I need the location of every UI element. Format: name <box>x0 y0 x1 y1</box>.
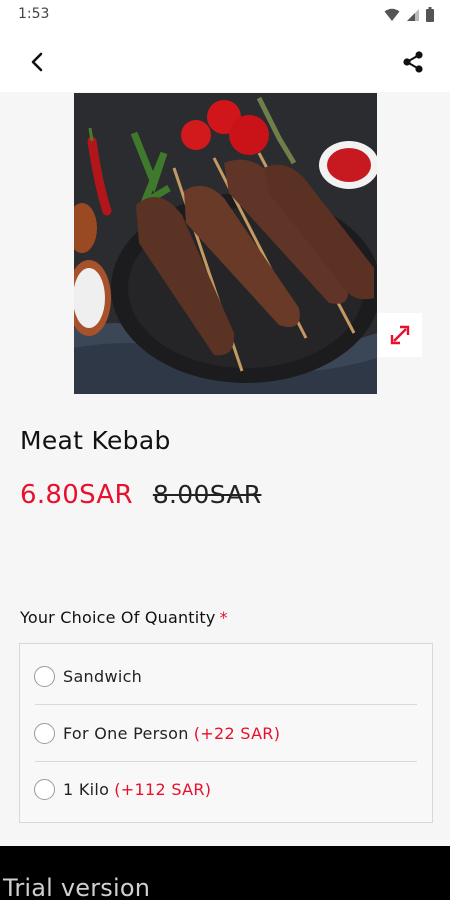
quantity-section-label: Your Choice Of Quantity * <box>20 608 228 627</box>
option-extra-price: (+112 SAR) <box>114 779 212 799</box>
battery-icon <box>426 7 434 22</box>
status-bar: 1:53 <box>0 0 450 30</box>
signal-icon <box>407 8 419 21</box>
current-price: 6.80SAR <box>20 480 133 510</box>
share-icon <box>403 51 423 73</box>
original-price: 8.00SAR <box>152 480 262 509</box>
back-button[interactable] <box>20 45 54 79</box>
option-label: Sandwich <box>63 666 143 686</box>
status-time: 1:53 <box>18 6 50 22</box>
product-image[interactable] <box>74 93 377 394</box>
radio-button[interactable] <box>34 665 55 687</box>
wifi-icon <box>384 8 400 21</box>
product-title: Meat Kebab <box>20 426 171 455</box>
radio-button[interactable] <box>34 778 55 800</box>
price-row: 6.80SAR 8.00SAR <box>20 480 261 510</box>
quantity-section-title: Your Choice Of Quantity <box>20 608 216 627</box>
share-button[interactable] <box>396 45 430 79</box>
option-label: For One Person <box>63 723 189 743</box>
app-bar <box>0 30 450 92</box>
option-extra-price: (+22 SAR) <box>193 723 281 743</box>
kebab-photo <box>74 93 377 394</box>
option-1-kilo[interactable]: 1 Kilo (+112 SAR) <box>20 761 432 817</box>
option-sandwich[interactable]: Sandwich <box>20 648 432 704</box>
back-arrow-icon <box>31 52 43 72</box>
required-mark: * <box>219 608 228 627</box>
trial-version-text: Trial version <box>3 874 151 900</box>
option-for-one-person[interactable]: For One Person (+22 SAR) <box>20 705 432 761</box>
status-icons <box>384 7 434 22</box>
expand-button[interactable] <box>378 313 422 357</box>
option-label: 1 Kilo <box>63 779 110 799</box>
radio-button[interactable] <box>34 722 55 744</box>
expand-icon <box>390 325 410 345</box>
quantity-options: Sandwich For One Person (+22 SAR) 1 Kilo… <box>19 643 433 823</box>
